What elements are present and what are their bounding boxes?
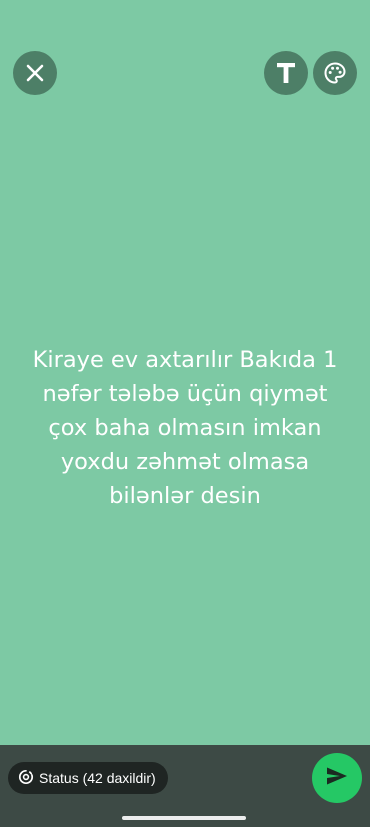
background-color-button[interactable] bbox=[313, 51, 357, 95]
text-format-button[interactable] bbox=[264, 51, 308, 95]
palette-icon bbox=[323, 61, 347, 85]
send-button[interactable] bbox=[312, 753, 362, 803]
status-ring-icon bbox=[18, 769, 34, 788]
send-icon bbox=[326, 766, 348, 791]
text-format-icon bbox=[276, 62, 296, 84]
close-button[interactable] bbox=[13, 51, 57, 95]
home-indicator bbox=[122, 816, 246, 820]
status-audience-label: Status (42 daxildir) bbox=[39, 770, 156, 786]
close-icon bbox=[25, 63, 45, 83]
bottom-bar: Status (42 daxildir) bbox=[0, 745, 370, 827]
status-text[interactable]: Kiraye ev axtarılır Bakıda 1 nəfər tələb… bbox=[22, 343, 348, 513]
status-canvas[interactable]: Kiraye ev axtarılır Bakıda 1 nəfər tələb… bbox=[0, 0, 370, 745]
status-audience-button[interactable]: Status (42 daxildir) bbox=[8, 762, 168, 794]
